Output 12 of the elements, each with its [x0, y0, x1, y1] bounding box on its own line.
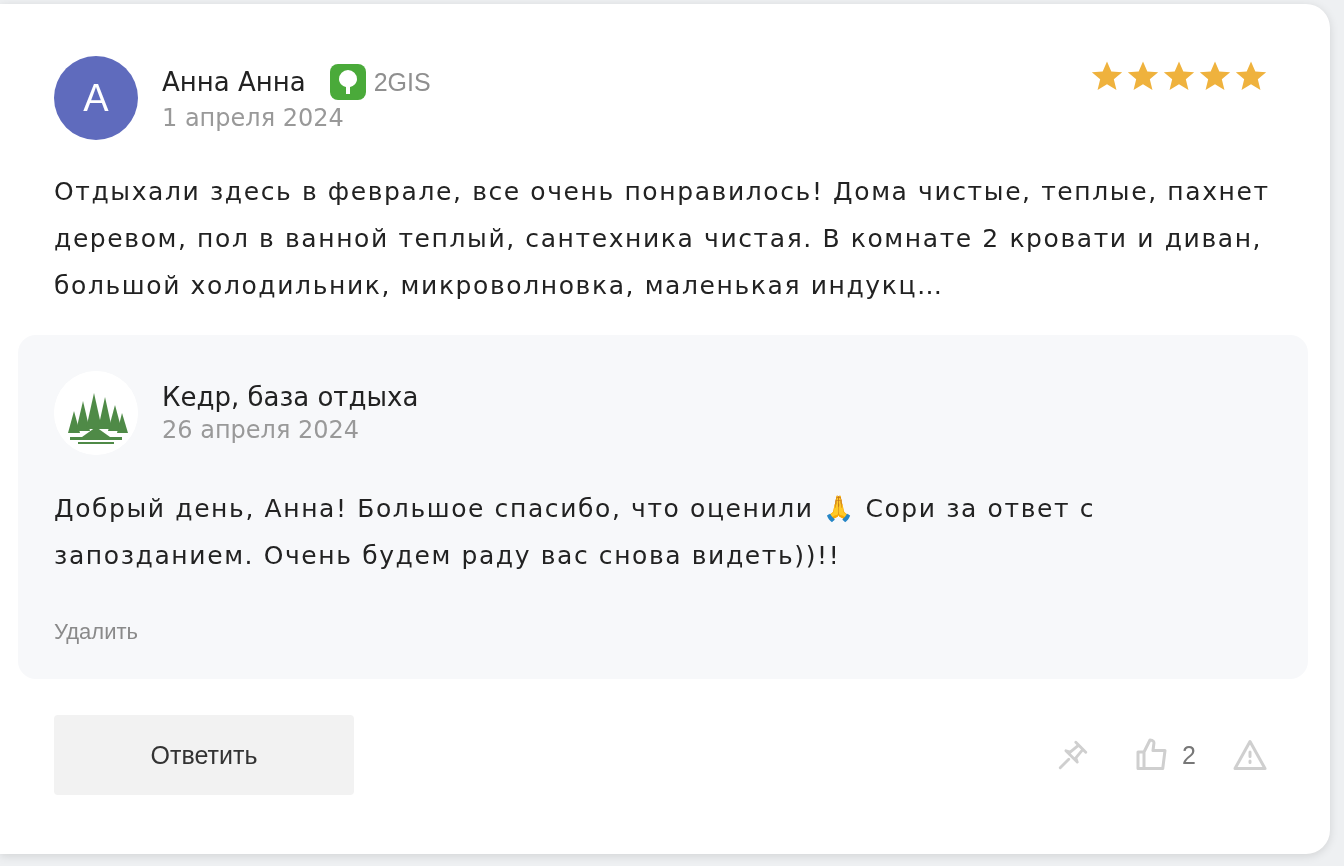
review-date: 1 апреля 2024	[162, 104, 345, 132]
reply-text: Добрый день, Анна! Большое спасибо, что оценили 🙏 Сори за ответ с запозданием. Очень будем раду вас снова видеть))!!	[54, 493, 1097, 572]
pin-logo-icon	[329, 64, 366, 100]
avatar-initial: А	[83, 76, 109, 120]
business-name: Кедр, база отдыха	[162, 382, 419, 412]
reply-button[interactable]: Ответить	[54, 715, 354, 795]
author-name: Анна Анна	[162, 67, 306, 97]
warning-icon[interactable]	[1232, 738, 1268, 772]
like-count: 2	[1182, 740, 1196, 770]
source-label: 2GIS	[373, 67, 431, 97]
reply-date: 26 апреля 2024	[162, 416, 361, 444]
review-text: Отдыхали здесь в феврале, все очень понравилось! Дома чистые, теплые, пахнет деревом, пол в ванной теплый, сантехника чистая. В комнате 2 кровати и диван, большой холодильник, микроволновка, маленькая индукц…	[54, 176, 1271, 302]
